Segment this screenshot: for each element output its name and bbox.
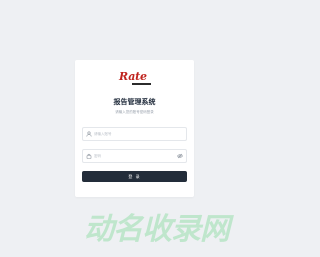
password-input[interactable] xyxy=(94,150,174,162)
login-card: Rate 报告管理系统 请输入您的账号密码登录 登 录 xyxy=(75,60,194,197)
username-field[interactable] xyxy=(82,127,187,141)
password-field[interactable] xyxy=(82,149,187,163)
login-button[interactable]: 登 录 xyxy=(82,171,187,182)
logo: Rate xyxy=(119,70,151,87)
lock-icon xyxy=(86,153,92,159)
page-title: 报告管理系统 xyxy=(113,98,156,106)
watermark: 动名收录网 xyxy=(84,213,259,249)
login-page: Rate 报告管理系统 请输入您的账号密码登录 登 录 xyxy=(0,0,269,257)
watermark-text: 动名收录网 xyxy=(84,212,230,247)
page-subtitle: 请输入您的账号密码登录 xyxy=(115,110,154,114)
user-icon xyxy=(86,131,92,137)
username-input[interactable] xyxy=(94,128,174,140)
logo-underline xyxy=(132,83,151,85)
logo-text: Rate xyxy=(119,70,147,83)
eye-icon[interactable] xyxy=(177,153,183,159)
